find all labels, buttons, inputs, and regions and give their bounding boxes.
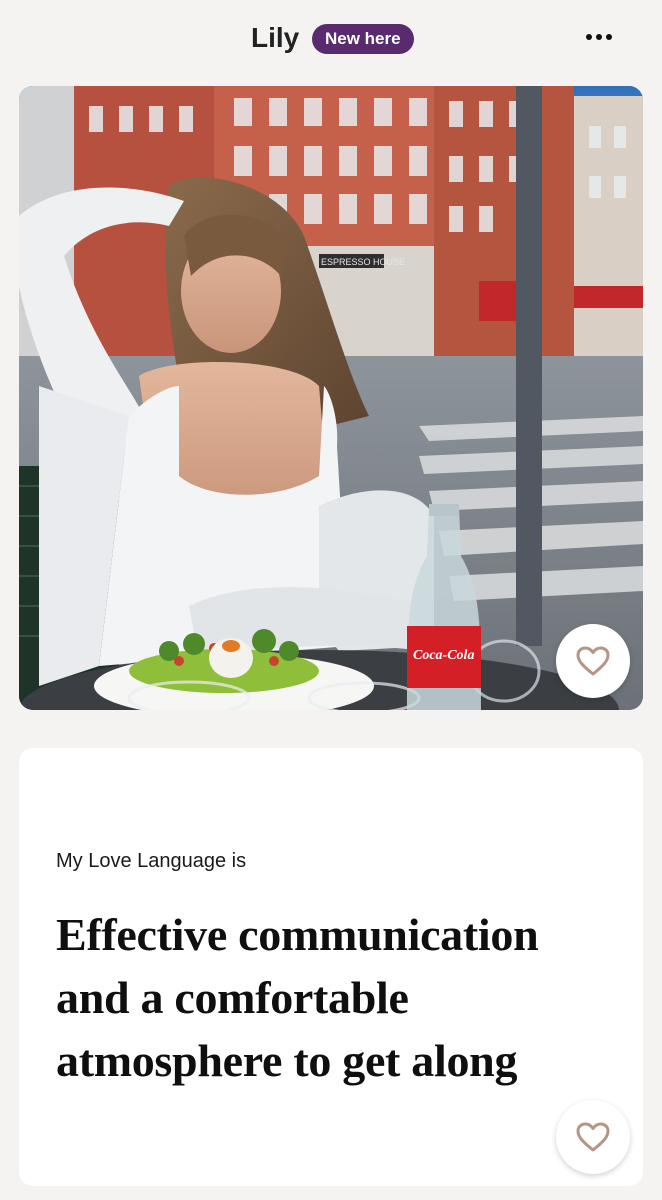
- espresso-house-sign: ESPRESSO HOUSE: [321, 257, 405, 267]
- profile-name: Lily: [251, 22, 300, 53]
- heart-icon: [576, 1122, 610, 1152]
- new-here-badge: New here: [312, 24, 414, 54]
- like-photo-button[interactable]: [556, 624, 630, 698]
- heart-icon: [576, 646, 610, 676]
- profile-photo[interactable]: ESPRESSO HOUSE Coca-Cola: [19, 86, 643, 710]
- more-options-icon[interactable]: [586, 34, 620, 44]
- like-prompt-button[interactable]: [556, 1100, 630, 1174]
- prompt-answer: Effective communication and a comfortabl…: [56, 909, 539, 1086]
- profile-header: Lily New here: [0, 0, 662, 80]
- prompt-question: My Love Language is: [56, 850, 247, 872]
- coca-cola-label: Coca-Cola: [413, 648, 474, 663]
- prompt-card: My Love Language is Effective communicat…: [19, 748, 643, 1186]
